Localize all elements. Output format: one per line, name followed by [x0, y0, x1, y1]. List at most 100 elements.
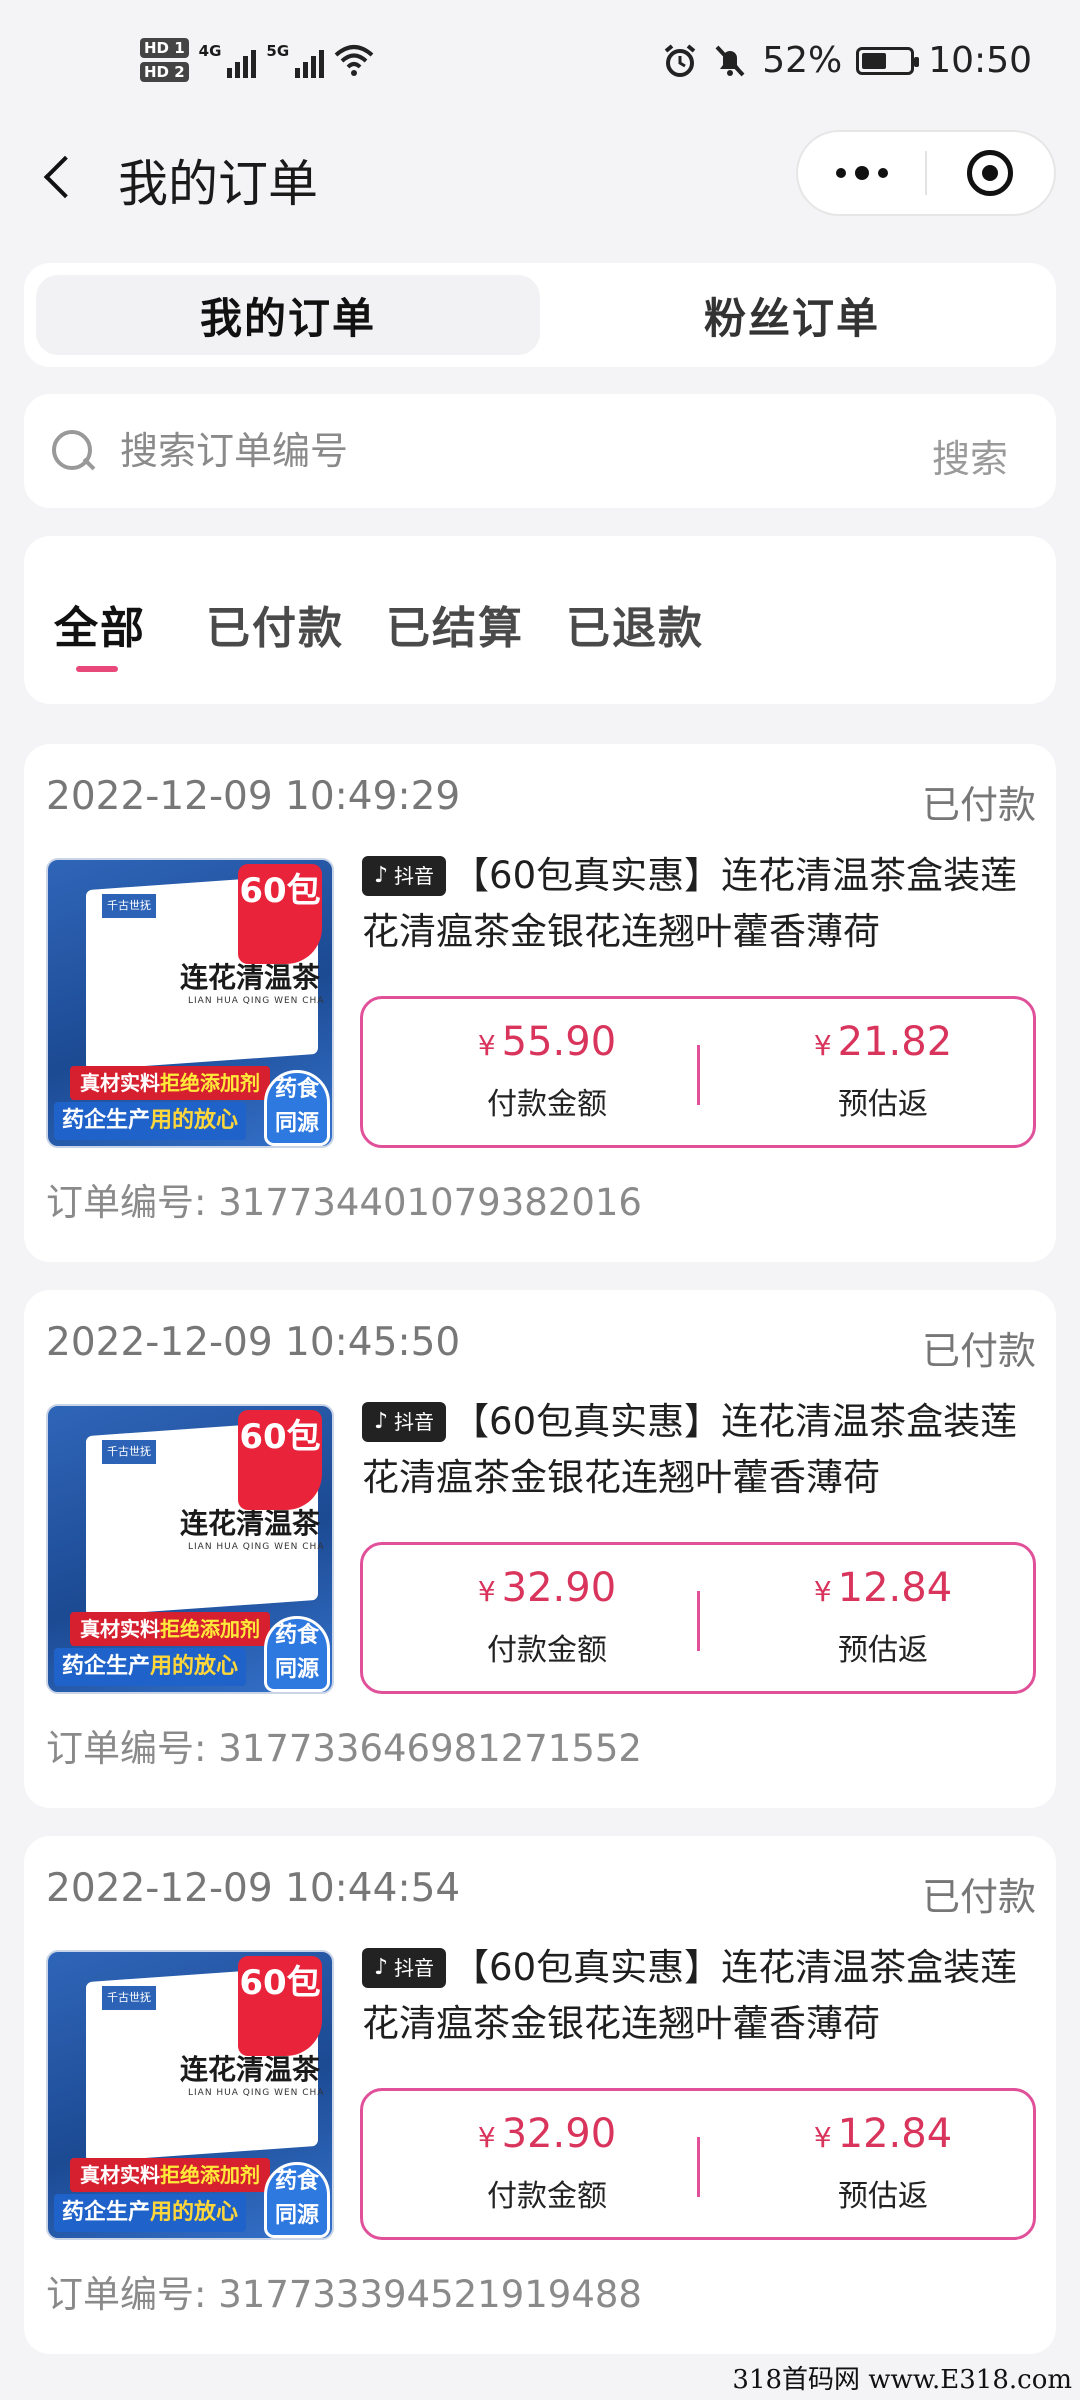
order-status: 已付款	[921, 1329, 1036, 1373]
status-filter-tabs: 全部 已付款 已结算 已退款	[24, 536, 1056, 704]
money-divider	[697, 1591, 700, 1651]
commission-box: ¥32.90 付款金额 ¥12.84 预估返	[360, 2088, 1036, 2240]
battery-percent: 52%	[762, 40, 843, 81]
filter-tab-paid[interactable]: 已付款	[206, 592, 344, 656]
estimated-rebate: ¥12.84	[813, 1565, 953, 1611]
estimated-rebate: ¥21.82	[813, 1019, 953, 1065]
pay-amount-col: ¥32.90 付款金额	[397, 1565, 697, 1669]
filter-tab-all[interactable]: 全部	[54, 592, 146, 672]
product-ribbon-2: 药企生产用的放心	[54, 1102, 247, 1140]
net2-label: 5G	[266, 42, 290, 60]
rebate-col: ¥12.84 预估返	[733, 2111, 1033, 2215]
pay-amount: ¥55.90	[477, 1019, 617, 1065]
clock: 10:50	[928, 40, 1032, 81]
signal-group: HD 1 HD 2 4G 5G	[140, 38, 374, 82]
search-bar: 搜索	[24, 394, 1056, 508]
pay-amount: ¥32.90	[477, 1565, 617, 1611]
mute-bell-icon	[715, 45, 745, 76]
target-icon	[967, 150, 1014, 196]
product-seal: 药食同源	[264, 1616, 330, 1692]
nav-bar: 我的订单	[0, 130, 1080, 230]
rebate-col: ¥21.82 预估返	[733, 1019, 1033, 1123]
product-pinyin: LIAN HUA QING WEN CHA	[188, 996, 325, 1006]
product-pinyin: LIAN HUA QING WEN CHA	[188, 2088, 325, 2098]
platform-tag: ♪ 抖音	[362, 1402, 447, 1442]
douyin-icon: ♪	[374, 1955, 389, 1980]
battery-fill	[862, 52, 887, 69]
order-type-segment: 我的订单 粉丝订单	[24, 263, 1056, 367]
pack-count-badge: 60包	[238, 1956, 322, 2056]
status-bar: HD 1 HD 2 4G 5G 52% 10:50	[0, 0, 1080, 130]
douyin-icon: ♪	[374, 863, 389, 888]
order-card[interactable]: 2022-12-09 10:49:29 已付款 千古世抚 连花清温茶 LIAN …	[24, 744, 1056, 1262]
filter-tab-refunded[interactable]: 已退款	[566, 592, 704, 656]
mini-program-capsule	[796, 130, 1056, 216]
pay-amount-col: ¥32.90 付款金额	[397, 2111, 697, 2215]
net1-label: 4G	[198, 42, 222, 60]
product-image[interactable]: 千古世抚 连花清温茶 LIAN HUA QING WEN CHA 60包 真材实…	[46, 858, 334, 1148]
goods-title[interactable]: ♪ 抖音 【60包真实惠】连花清温茶盒装莲花清瘟茶金银花连翘叶藿香薄荷	[362, 1940, 1042, 2052]
commission-box: ¥32.90 付款金额 ¥12.84 预估返	[360, 1542, 1036, 1694]
signal-5g-icon: 5G	[266, 42, 325, 78]
goods-title[interactable]: ♪ 抖音 【60包真实惠】连花清温茶盒装莲花清瘟茶金银花连翘叶藿香薄荷	[362, 848, 1042, 960]
estimated-rebate-label: 预估返	[838, 1633, 928, 1668]
order-card[interactable]: 2022-12-09 10:44:54 已付款 千古世抚 连花清温茶 LIAN …	[24, 1836, 1056, 2354]
platform-tag: ♪ 抖音	[362, 856, 447, 896]
signal-4g-icon: 4G	[199, 42, 257, 78]
product-brand: 千古世抚	[102, 894, 156, 918]
pay-amount-label: 付款金额	[487, 2179, 607, 2214]
page-title: 我的订单	[118, 155, 318, 213]
alarm-icon	[664, 43, 696, 77]
search-icon	[50, 428, 94, 472]
back-icon[interactable]	[40, 148, 80, 208]
estimated-rebate-label: 预估返	[838, 1087, 928, 1122]
site-watermark: 318首码网 www.E318.com	[732, 2365, 1072, 2395]
rebate-col: ¥12.84 预估返	[733, 1565, 1033, 1669]
search-input[interactable]	[120, 420, 820, 482]
order-number: 订单编号: 317734401079382016	[46, 1181, 642, 1224]
product-brand: 千古世抚	[102, 1986, 156, 2010]
pay-amount-label: 付款金额	[487, 1633, 607, 1668]
order-number: 订单编号: 317733394521919488	[46, 2273, 642, 2316]
goods-title[interactable]: ♪ 抖音 【60包真实惠】连花清温茶盒装莲花清瘟茶金银花连翘叶藿香薄荷	[362, 1394, 1042, 1506]
goods-title-text: 【60包真实惠】连花清温茶盒装莲花清瘟茶金银花连翘叶藿香薄荷	[362, 854, 1018, 953]
pay-amount-label: 付款金额	[487, 1087, 607, 1122]
goods-title-text: 【60包真实惠】连花清温茶盒装莲花清瘟茶金银花连翘叶藿香薄荷	[362, 1400, 1018, 1499]
order-status: 已付款	[921, 783, 1036, 827]
product-image[interactable]: 千古世抚 连花清温茶 LIAN HUA QING WEN CHA 60包 真材实…	[46, 1950, 334, 2240]
wifi-icon	[334, 45, 374, 76]
pack-count-badge: 60包	[238, 864, 322, 964]
search-button[interactable]: 搜索	[932, 428, 1008, 483]
more-button[interactable]	[798, 132, 925, 214]
order-time: 2022-12-09 10:45:50	[46, 1320, 461, 1365]
segment-fan-orders[interactable]: 粉丝订单	[540, 275, 1044, 355]
product-ribbon-2: 药企生产用的放心	[54, 2194, 247, 2232]
goods-title-text: 【60包真实惠】连花清温茶盒装莲花清瘟茶金银花连翘叶藿香薄荷	[362, 1946, 1018, 2045]
estimated-rebate: ¥12.84	[813, 2111, 953, 2157]
product-pinyin: LIAN HUA QING WEN CHA	[188, 1542, 325, 1552]
close-mini-program-button[interactable]	[927, 132, 1054, 214]
status-right-group: 52% 10:50	[662, 40, 1032, 81]
product-ribbon-1: 真材实料拒绝添加剂	[70, 1066, 270, 1100]
sim1-label: HD 1	[140, 38, 189, 58]
pay-amount: ¥32.90	[477, 2111, 617, 2157]
platform-tag: ♪ 抖音	[362, 1948, 447, 1988]
commission-box: ¥55.90 付款金额 ¥21.82 预估返	[360, 996, 1036, 1148]
pay-amount-col: ¥55.90 付款金额	[397, 1019, 697, 1123]
product-ribbon-1: 真材实料拒绝添加剂	[70, 1612, 270, 1646]
sim-indicators: HD 1 HD 2	[140, 38, 189, 82]
product-ribbon-1: 真材实料拒绝添加剂	[70, 2158, 270, 2192]
segment-my-orders[interactable]: 我的订单	[36, 275, 540, 355]
douyin-icon: ♪	[374, 1409, 389, 1434]
product-brand: 千古世抚	[102, 1440, 156, 1464]
product-image[interactable]: 千古世抚 连花清温茶 LIAN HUA QING WEN CHA 60包 真材实…	[46, 1404, 334, 1694]
filter-tab-settled[interactable]: 已结算	[386, 592, 524, 656]
order-number: 订单编号: 317733646981271552	[46, 1727, 642, 1770]
order-time: 2022-12-09 10:49:29	[46, 774, 461, 819]
estimated-rebate-label: 预估返	[838, 2179, 928, 2214]
order-card[interactable]: 2022-12-09 10:45:50 已付款 千古世抚 连花清温茶 LIAN …	[24, 1290, 1056, 1808]
money-divider	[697, 2137, 700, 2197]
order-time: 2022-12-09 10:44:54	[46, 1866, 461, 1911]
pack-count-badge: 60包	[238, 1410, 322, 1510]
product-seal: 药食同源	[264, 2162, 330, 2238]
